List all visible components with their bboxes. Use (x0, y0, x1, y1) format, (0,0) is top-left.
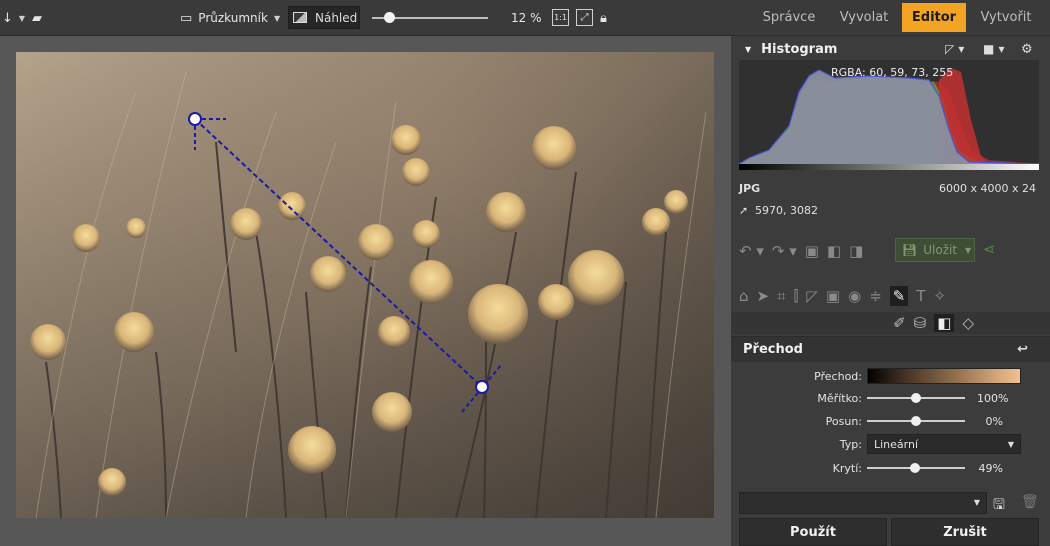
redo-icon[interactable]: ↷ ▾ (772, 242, 797, 260)
photo-thistles (16, 52, 714, 518)
home-icon[interactable]: ⌂ (739, 287, 749, 305)
opacity-slider-handle[interactable] (910, 463, 921, 473)
scale-value: 100% (977, 391, 1009, 405)
undo-icon[interactable]: ↶ ▾ (739, 242, 764, 260)
tools-toolbar: ⌂ ➤ ⌗ ⫿ ◸ ▣ ◉ ≑ ✎ T ✧ (731, 284, 1050, 308)
scale-slider-handle[interactable] (911, 393, 921, 403)
type-label: Typ: (839, 437, 862, 451)
offset-slider-handle[interactable] (911, 416, 921, 426)
file-format: JPG (739, 182, 761, 195)
collapse-caret-icon[interactable]: ▼ (745, 45, 751, 54)
image-icon (293, 12, 307, 23)
pointer-icon[interactable]: ➤ (757, 287, 770, 305)
chevron-down-icon: ▼ (273, 13, 281, 23)
image-dimensions: 6000 x 4000 x 24 (939, 182, 1036, 195)
preset-select[interactable]: ▼ (739, 492, 987, 514)
apply-button[interactable]: Použít (739, 518, 887, 546)
text-icon[interactable]: T (916, 287, 925, 305)
import-arrow-icon[interactable]: ↓ ▼ (2, 0, 25, 36)
gradient-panel-header[interactable]: Přechod ↩ (731, 336, 1050, 362)
folder-icon: ▭ (180, 10, 193, 26)
histogram-header[interactable]: ▼ Histogram ◸ ▾ ■ ▾ ⚙ (731, 36, 1050, 62)
reset-arrow-icon[interactable]: ↩ (1017, 342, 1028, 357)
save-button[interactable]: 💾︎ Uložit ▼ (895, 238, 975, 262)
floppy-icon: 💾︎ (902, 243, 918, 257)
rotate-left-icon[interactable]: ◧ (827, 242, 841, 260)
preview-label: Náhled (315, 10, 358, 25)
chevron-down-icon: ▼ (1007, 439, 1014, 449)
photo-artwork (16, 52, 714, 518)
preview-button[interactable]: Náhled (288, 6, 360, 29)
gradient-end-handle[interactable] (475, 380, 489, 394)
delete-preset-icon[interactable]: 🗑︎ (1021, 494, 1039, 510)
bucket-icon[interactable]: ⛁ (914, 314, 927, 332)
level-icon[interactable]: ≑ (869, 287, 882, 305)
share-icon[interactable]: ⋖ (983, 240, 996, 258)
brush-tool-icon[interactable]: ✎ (889, 286, 909, 306)
histogram-graph: RGBA: 60, 59, 73, 255 (738, 60, 1040, 165)
gradient-label: Přechod: (814, 369, 862, 383)
brush-icon[interactable]: ✐ (893, 314, 906, 332)
save-label: Uložit (923, 243, 958, 257)
chevron-down-icon: ▼ (965, 245, 972, 255)
zoom-readout: 12 % (511, 11, 542, 25)
cursor-position: 5970, 3082 (755, 204, 818, 217)
perspective-icon[interactable]: ◸ (806, 287, 818, 305)
gradient-tool-icon[interactable]: ◧ (934, 314, 955, 332)
lock-icon[interactable]: 🔒︎ (600, 0, 607, 36)
frame-icon[interactable]: ▣ (826, 287, 840, 305)
image-canvas[interactable] (0, 36, 731, 546)
top-toolbar: ↓ ▼ ▰ ▭ Průzkumník ▼ Náhled 12 % 1:1 ⤢ 🔒︎… (0, 0, 1050, 36)
zoom-slider-handle[interactable] (384, 12, 395, 23)
histogram-gradient-bar (739, 164, 1039, 170)
rgba-readout: RGBA: 60, 59, 73, 255 (831, 66, 954, 79)
tab-create[interactable]: Vytvořit (972, 3, 1040, 32)
gradient-panel-title: Přechod (743, 342, 803, 357)
browser-label: Průzkumník (198, 11, 268, 25)
save-preset-icon[interactable]: 🖫︎ (993, 494, 1005, 518)
effects-icon[interactable]: ✧ (934, 287, 947, 305)
tab-editor[interactable]: Editor (902, 3, 966, 32)
subtools-toolbar: ✐ ⛁ ◧ ◇ (731, 312, 1050, 334)
tab-develop[interactable]: Vyvolat (832, 3, 896, 32)
straighten-icon[interactable]: ⫿ (794, 287, 799, 305)
crop-icon[interactable]: ⌗ (777, 287, 785, 305)
opacity-label: Krytí: (832, 461, 862, 475)
offset-row: Posun: 0% (731, 410, 1050, 432)
gradient-start-handle[interactable] (188, 112, 202, 126)
type-value: Lineární (874, 437, 919, 451)
browser-dropdown[interactable]: ▭ Průzkumník ▼ (180, 0, 280, 36)
opacity-value: 49% (978, 461, 1003, 475)
offset-value: 0% (985, 414, 1003, 428)
opacity-row: Krytí: 49% (731, 457, 1050, 479)
fit-screen-icon[interactable]: ⤢ (576, 9, 593, 26)
tab-manager[interactable]: Správce (756, 3, 822, 32)
exposure-mask-icon[interactable]: ■ ▾ (983, 42, 1005, 56)
actual-size-button[interactable]: 1:1 (552, 9, 569, 26)
eraser-icon[interactable]: ◇ (962, 314, 974, 332)
scale-row: Měřítko: 100% (731, 387, 1050, 409)
offset-label: Posun: (825, 414, 862, 428)
settings-gear-icon[interactable]: ⚙ (1021, 42, 1033, 57)
scale-label: Měřítko: (817, 391, 862, 405)
rotate-right-icon[interactable]: ◨ (849, 242, 863, 260)
histogram-mode-icon[interactable]: ◸ ▾ (945, 42, 964, 56)
type-select[interactable]: Lineární ▼ (867, 434, 1021, 454)
right-panel: ▼ Histogram ◸ ▾ ■ ▾ ⚙ RGBA: 60, 59, 73, … (731, 36, 1050, 546)
redeye-icon[interactable]: ◉ (848, 287, 861, 305)
gradient-swatch[interactable] (867, 368, 1021, 384)
cursor-icon: ➚ (739, 204, 749, 217)
chevron-down-icon: ▼ (973, 498, 980, 507)
new-folder-icon[interactable]: ▰ (32, 0, 42, 36)
cancel-button[interactable]: Zrušit (891, 518, 1039, 546)
original-image-icon[interactable]: ▣ (805, 242, 819, 260)
histogram-title: Histogram (761, 41, 838, 57)
history-toolbar: ↶ ▾ ↷ ▾ ▣ ◧ ◨ (731, 240, 1050, 262)
